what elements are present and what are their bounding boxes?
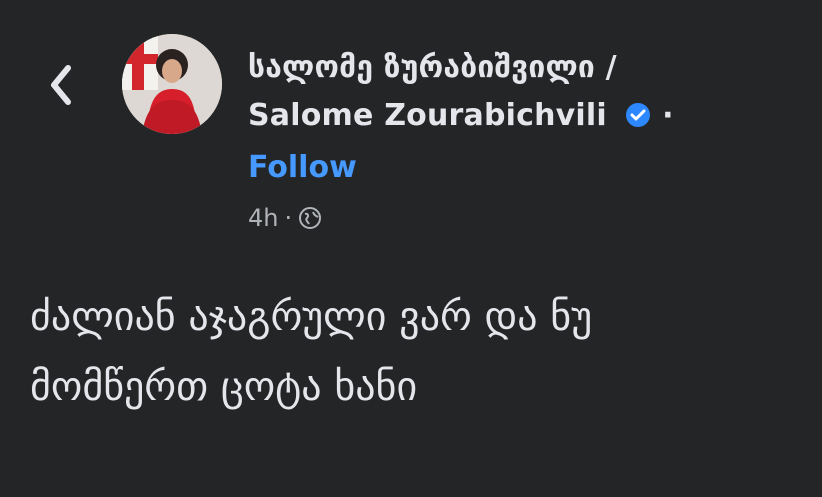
title-separator: ·: [662, 98, 674, 133]
post-timestamp[interactable]: 4h: [248, 204, 278, 232]
author-name-georgian[interactable]: სალომე ზურაბიშვილი /: [248, 50, 617, 85]
avatar[interactable]: [122, 34, 222, 134]
chevron-left-icon[interactable]: [40, 58, 84, 112]
globe-icon: [299, 207, 322, 229]
meta-separator: ·: [284, 204, 293, 232]
post-text-line: ძალიან აჯაგრული ვარ და ნუ: [30, 294, 593, 340]
post-text: ძალიან აჯაგრული ვარ და ნუ მომწერთ ცოტა ხ…: [30, 282, 592, 422]
post-meta: 4h ·: [248, 204, 322, 232]
verified-badge-icon: [625, 103, 650, 127]
author-name-latin[interactable]: Salome Zourabichvili: [248, 98, 607, 133]
author-name-latin-row: Salome Zourabichvili ·: [248, 98, 674, 133]
follow-button[interactable]: Follow: [248, 150, 357, 185]
post-text-line: მომწერთ ცოტა ხანი: [30, 364, 418, 410]
